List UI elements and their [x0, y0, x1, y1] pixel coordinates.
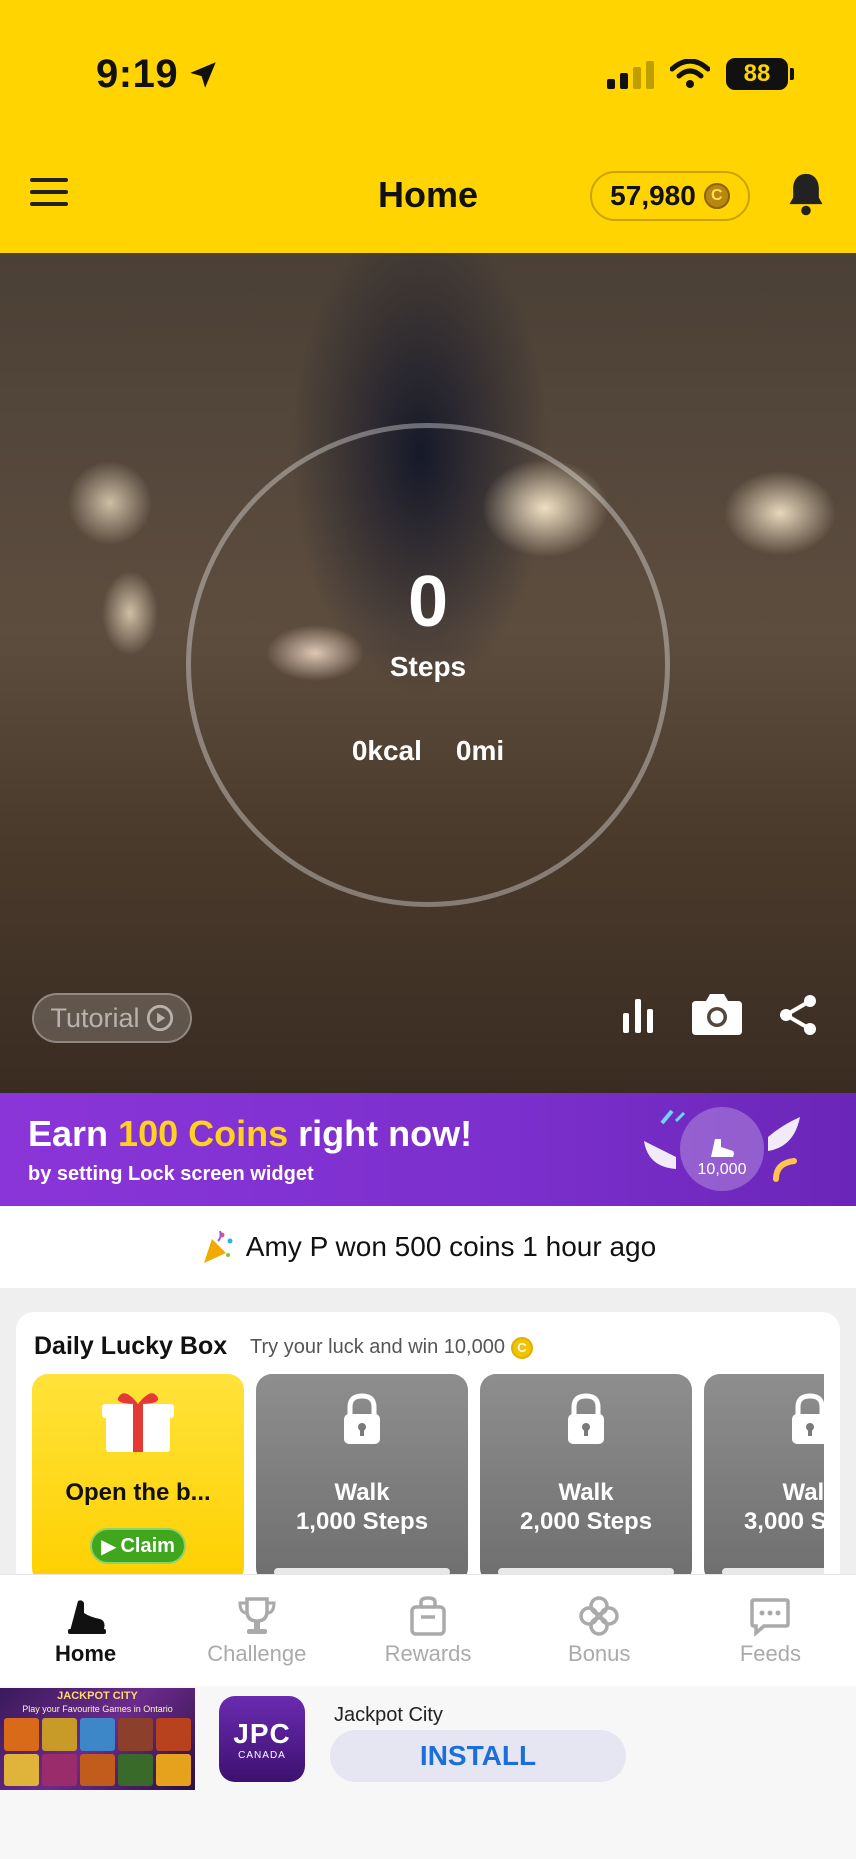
time-text: 9:19 — [96, 52, 179, 96]
claim-button[interactable]: ▶ Claim — [90, 1528, 186, 1564]
chat-bubble-icon — [750, 1598, 791, 1637]
notification-bell-icon[interactable] — [784, 170, 828, 218]
trophy-icon — [238, 1597, 276, 1634]
ad-image[interactable]: JACKPOT CITY Play your Favourite Games i… — [0, 1688, 195, 1790]
gift-box-icon — [102, 1393, 174, 1452]
ticker-text: Amy P won 500 coins 1 hour ago — [245, 1231, 657, 1262]
clover-icon — [579, 1596, 619, 1636]
distance-value: 0mi — [455, 735, 505, 766]
nav-home-label: Home — [55, 1641, 117, 1666]
location-arrow-icon — [190, 61, 216, 88]
tile-label-line1: Walk — [558, 1479, 614, 1506]
lock-icon — [568, 1393, 604, 1444]
ad-app-logo[interactable]: JPC CANADA — [219, 1696, 305, 1782]
tile-label-line1: Walk — [334, 1479, 390, 1506]
lucky-box-open-label: Open the b... — [65, 1479, 211, 1506]
nav-bonus[interactable]: Bonus — [514, 1575, 685, 1686]
coin-balance-value: 57,980 — [610, 180, 696, 211]
tutorial-button[interactable]: Tutorial — [32, 993, 192, 1043]
bottom-nav: Home Challenge Rewards Bonus Feeds — [0, 1574, 856, 1686]
daily-lucky-box-card: Daily Lucky Box Try your luck and win 10… — [16, 1312, 840, 1574]
coin-balance[interactable]: 57,980 C — [590, 171, 750, 221]
nav-feeds-label: Feeds — [739, 1641, 801, 1666]
app-header: 9:19 88 Home 57,980 C — [0, 0, 856, 253]
shopping-bag-icon — [410, 1596, 446, 1636]
play-triangle-icon: ▶ — [101, 1535, 117, 1558]
nav-rewards[interactable]: Rewards — [342, 1575, 513, 1686]
lucky-box-subtitle: Try your luck and win 10,000 C — [250, 1336, 533, 1359]
lucky-box-tiles: Open the b... ▶ Claim Walk 1,000 Steps W… — [32, 1374, 824, 1574]
ad-logo-subtext: CANADA — [238, 1749, 286, 1761]
winner-ticker: Amy P won 500 coins 1 hour ago — [0, 1206, 856, 1288]
claim-label: Claim — [120, 1534, 175, 1557]
ad-banner: JACKPOT CITY Play your Favourite Games i… — [0, 1686, 856, 1859]
lucky-box-locked-tile-2000[interactable]: Walk 2,000 Steps — [480, 1374, 692, 1574]
party-popper-icon — [203, 1230, 233, 1263]
nav-rewards-label: Rewards — [384, 1641, 472, 1666]
ad-logo-text: JPC — [233, 1717, 291, 1749]
nav-bonus-label: Bonus — [568, 1641, 631, 1666]
reward-badge: 10,000 — [680, 1107, 764, 1191]
ad-advertiser-name: Jackpot City — [334, 1704, 443, 1726]
steps-label: Steps — [389, 651, 467, 682]
nav-challenge[interactable]: Challenge — [171, 1575, 342, 1686]
widget-promo-banner[interactable]: Earn 100 Coins right now! by setting Loc… — [0, 1093, 856, 1206]
coin-icon: C — [703, 183, 730, 209]
wing-right-icon — [768, 1117, 800, 1151]
nav-home[interactable]: Home — [0, 1575, 171, 1686]
install-button[interactable]: INSTALL — [330, 1730, 626, 1782]
calories-value: 0kcal — [351, 735, 422, 766]
shoe-icon — [711, 1139, 734, 1157]
lucky-box-subtitle-text: Try your luck and win 10,000 — [250, 1336, 505, 1358]
step-counter-hero: 0 Steps 0kcal 0mi Tutorial — [0, 253, 856, 1093]
nav-feeds[interactable]: Feeds — [685, 1575, 856, 1686]
lock-icon — [344, 1393, 380, 1444]
coin-icon: C — [510, 1336, 533, 1359]
steps-count: 0 — [407, 562, 449, 642]
tutorial-label: Tutorial — [50, 1002, 140, 1033]
sparkle-icon — [773, 1158, 797, 1182]
daily-lucky-box-section: Daily Lucky Box Try your luck and win 10… — [0, 1288, 856, 1574]
nav-challenge-label: Challenge — [207, 1641, 307, 1666]
wing-left-icon — [644, 1141, 676, 1169]
tile-label-line2: 1,000 Steps — [295, 1508, 429, 1535]
cellular-signal-icon — [607, 59, 654, 89]
confetti-icon — [660, 1109, 686, 1125]
activity-metrics: 0kcal 0mi — [0, 735, 856, 767]
ad-game-grid — [4, 1718, 191, 1786]
battery-icon: 88 — [726, 58, 794, 90]
tile-label-line2: 3,000 Steps — [743, 1508, 824, 1535]
promo-title-text-end: right now! — [288, 1113, 473, 1154]
stats-chart-icon[interactable] — [620, 995, 656, 1035]
promo-subtitle: by setting Lock screen widget — [28, 1163, 314, 1185]
ad-image-subtitle: Play your Favourite Games in Ontario — [22, 1704, 173, 1714]
promo-title: Earn 100 Coins right now! — [28, 1113, 472, 1155]
lucky-box-open-tile[interactable]: Open the b... ▶ Claim — [32, 1374, 244, 1574]
status-icons: 88 — [607, 58, 794, 90]
tile-label-line2: 2,000 Steps — [519, 1508, 653, 1535]
reward-badge-value: 10,000 — [697, 1161, 747, 1178]
lucky-box-title: Daily Lucky Box — [34, 1332, 228, 1360]
status-time: 9:19 — [96, 52, 220, 97]
promo-title-text: Earn — [28, 1113, 119, 1154]
sneaker-icon — [67, 1600, 106, 1634]
lucky-box-locked-tile-1000[interactable]: Walk 1,000 Steps — [256, 1374, 468, 1574]
promo-title-highlight: 100 Coins — [118, 1113, 289, 1154]
tile-label-line1: Walk — [782, 1479, 824, 1506]
share-icon[interactable] — [776, 993, 820, 1037]
ad-image-title: JACKPOT CITY — [57, 1690, 138, 1702]
lucky-box-locked-tile-3000[interactable]: Walk 3,000 Steps — [704, 1374, 824, 1574]
play-circle-icon — [146, 1004, 173, 1032]
wifi-icon — [670, 59, 710, 88]
camera-icon[interactable] — [690, 991, 744, 1037]
lock-icon — [792, 1393, 824, 1444]
